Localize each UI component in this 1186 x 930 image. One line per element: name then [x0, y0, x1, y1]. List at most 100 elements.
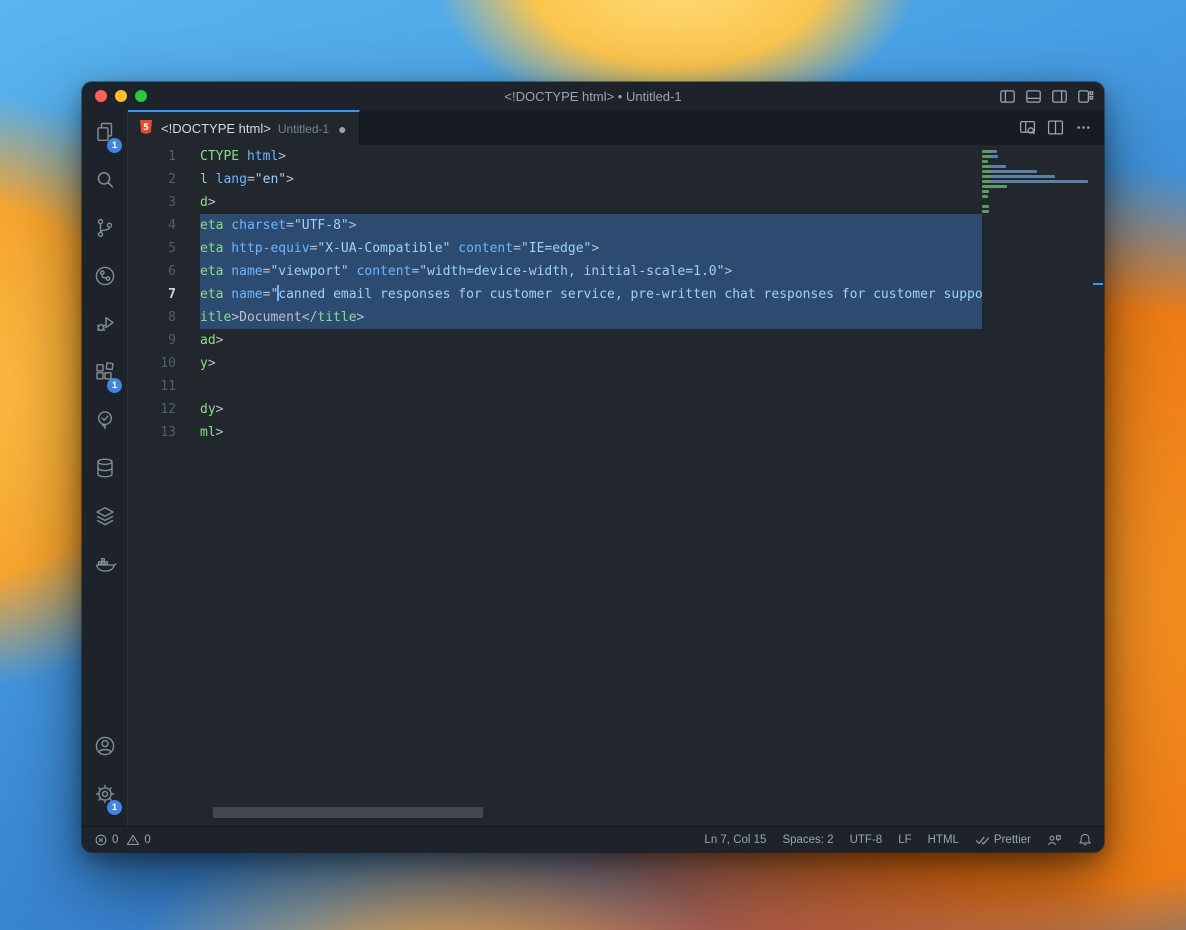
code-line[interactable]: 3d>: [128, 191, 982, 214]
line-text: l lang="en">: [200, 168, 982, 191]
run-debug-icon: [93, 312, 117, 341]
line-text: d>: [200, 191, 982, 214]
svg-text:5: 5: [143, 123, 149, 133]
close-button[interactable]: [95, 90, 107, 102]
open-preview-icon[interactable]: [1019, 119, 1036, 136]
status-bar: 0 0 Ln 7, Col 15 Spaces: 2 UTF-8 LF HTML…: [82, 826, 1104, 852]
toggle-secondary-sidebar-icon[interactable]: [1051, 88, 1068, 105]
minimap-line: [982, 175, 1055, 178]
code-line[interactable]: 2l lang="en">: [128, 168, 982, 191]
sidebar-item-accounts[interactable]: [82, 724, 127, 772]
status-cursor-position[interactable]: Ln 7, Col 15: [704, 834, 766, 846]
status-eol[interactable]: LF: [898, 834, 911, 846]
line-text: ad>: [200, 329, 982, 352]
sidebar-item-source-control[interactable]: [82, 206, 127, 254]
zoom-button[interactable]: [135, 90, 147, 102]
double-check-icon: [975, 833, 990, 846]
vscode-window: <!DOCTYPE html> • Untitled-1 1: [82, 82, 1104, 852]
formatter-label: Prettier: [994, 834, 1031, 846]
code-editor[interactable]: 1CTYPE html>2l lang="en">3d>4eta charset…: [128, 145, 1104, 826]
customize-layout-icon[interactable]: [1077, 88, 1094, 105]
line-number: 9: [128, 329, 200, 352]
minimap-lines: [982, 150, 1092, 213]
docker-icon: [93, 552, 117, 581]
line-number: 10: [128, 352, 200, 375]
code-line[interactable]: 8itle>Document</title>: [128, 306, 982, 329]
code-line[interactable]: 7eta name="canned email responses for cu…: [128, 283, 982, 306]
minimap-line: [982, 155, 998, 158]
minimize-button[interactable]: [115, 90, 127, 102]
code-lines: 1CTYPE html>2l lang="en">3d>4eta charset…: [128, 145, 982, 444]
problems-indicator[interactable]: 0 0: [94, 833, 151, 847]
database-icon: [93, 456, 117, 485]
line-number: 5: [128, 237, 200, 260]
line-text: [200, 375, 982, 398]
toggle-panel-icon[interactable]: [1025, 88, 1042, 105]
line-text: y>: [200, 352, 982, 375]
sidebar-item-testing[interactable]: [82, 398, 127, 446]
line-text: CTYPE html>: [200, 145, 982, 168]
tab-label: <!DOCTYPE html>: [161, 121, 271, 136]
bell-icon[interactable]: [1078, 832, 1092, 847]
feedback-icon[interactable]: [1047, 833, 1062, 847]
sidebar-item-run-debug[interactable]: [82, 302, 127, 350]
sidebar-item-search[interactable]: [82, 158, 127, 206]
tree-check-icon: [93, 408, 117, 437]
line-text: eta http-equiv="X-UA-Compatible" content…: [200, 237, 982, 260]
code-line[interactable]: 9ad>: [128, 329, 982, 352]
line-number: 11: [128, 375, 200, 398]
sidebar-item-settings[interactable]: 1: [82, 772, 127, 820]
status-formatter[interactable]: Prettier: [975, 833, 1031, 846]
line-number: 3: [128, 191, 200, 214]
error-icon: [94, 833, 108, 847]
split-editor-icon[interactable]: [1047, 119, 1064, 136]
code-line[interactable]: 12dy>: [128, 398, 982, 421]
status-language-mode[interactable]: HTML: [928, 834, 959, 846]
line-number: 1: [128, 145, 200, 168]
line-text: eta name="viewport" content="width=devic…: [200, 260, 982, 283]
sidebar-item-extensions[interactable]: 1: [82, 350, 127, 398]
minimap-line: [982, 190, 989, 193]
minimap-line: [982, 195, 988, 198]
tab-secondary-label: Untitled-1: [278, 122, 329, 136]
modified-dot-icon[interactable]: ●: [338, 121, 346, 137]
tab-untitled-1[interactable]: 5 <!DOCTYPE html> Untitled-1 ●: [128, 110, 360, 145]
minimap-line: [982, 150, 997, 153]
code-line[interactable]: 4eta charset="UTF-8">: [128, 214, 982, 237]
toggle-primary-sidebar-icon[interactable]: [999, 88, 1016, 105]
code-line[interactable]: 6eta name="viewport" content="width=devi…: [128, 260, 982, 283]
sidebar-item-database[interactable]: [82, 446, 127, 494]
line-text: ml>: [200, 421, 982, 444]
minimap-line: [982, 160, 988, 163]
warning-count: 0: [144, 834, 150, 846]
sidebar-item-explorer[interactable]: 1: [82, 110, 127, 158]
sidebar-item-layers[interactable]: [82, 494, 127, 542]
sidebar-item-git-graph[interactable]: [82, 254, 127, 302]
traffic-lights: [95, 82, 147, 110]
sidebar-item-docker[interactable]: [82, 542, 127, 590]
code-line[interactable]: 1CTYPE html>: [128, 145, 982, 168]
code-line[interactable]: 11: [128, 375, 982, 398]
more-actions-icon[interactable]: [1075, 119, 1092, 136]
extensions-badge: 1: [107, 378, 122, 393]
activity-bar: 1: [82, 110, 128, 826]
minimap-line: [982, 205, 989, 208]
overview-cursor-marker: [1093, 283, 1103, 285]
code-line[interactable]: 10y>: [128, 352, 982, 375]
code-line[interactable]: 13ml>: [128, 421, 982, 444]
line-text: eta name="canned email responses for cus…: [200, 283, 982, 306]
code-line[interactable]: 5eta http-equiv="X-UA-Compatible" conten…: [128, 237, 982, 260]
overview-ruler[interactable]: [1092, 145, 1104, 826]
git-graph-icon: [93, 264, 117, 293]
layers-icon: [93, 504, 117, 533]
error-count: 0: [112, 834, 118, 846]
title-bar[interactable]: <!DOCTYPE html> • Untitled-1: [82, 82, 1104, 110]
horizontal-scrollbar[interactable]: [213, 807, 483, 818]
explorer-badge: 1: [107, 138, 122, 153]
line-number: 13: [128, 421, 200, 444]
line-number: 2: [128, 168, 200, 191]
minimap[interactable]: [982, 145, 1092, 826]
line-number: 6: [128, 260, 200, 283]
status-encoding[interactable]: UTF-8: [850, 834, 883, 846]
status-indentation[interactable]: Spaces: 2: [782, 834, 833, 846]
